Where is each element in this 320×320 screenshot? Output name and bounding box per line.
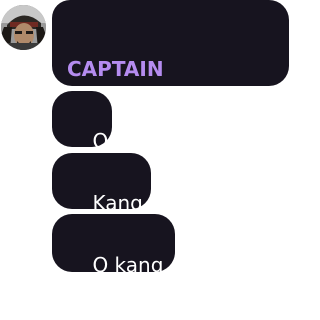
avatar[interactable] — [1, 5, 46, 50]
chat-thread: CAPTAIN He pn chaludyA Q Kang Q kang — [0, 0, 289, 320]
message-bubble[interactable]: CAPTAIN He pn chaludyA — [52, 0, 289, 149]
message-text: Kang — [92, 191, 143, 215]
message-bubble[interactable]: Q kang — [52, 214, 175, 276]
message-bubble[interactable]: Kang — [52, 153, 151, 214]
pirate-avatar-icon — [1, 5, 46, 50]
message-bubble[interactable]: Q — [52, 91, 112, 152]
message-text: Q — [92, 129, 109, 153]
sender-name[interactable]: CAPTAIN — [67, 58, 289, 80]
message-text: Q kang — [92, 253, 164, 277]
